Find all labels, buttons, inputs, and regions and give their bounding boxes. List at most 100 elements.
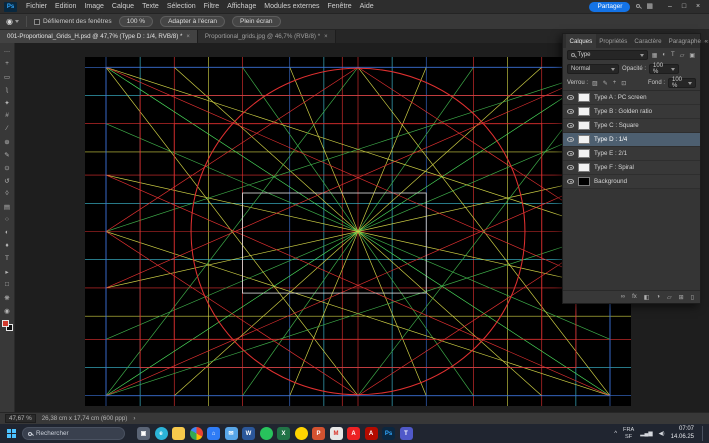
layer-mask-icon[interactable]: ◧ [643, 294, 651, 301]
taskbar-icon-chrome[interactable] [190, 427, 203, 440]
opacity-select[interactable]: 100 % [649, 64, 679, 74]
fit-screen-button[interactable]: Adapter à l'écran [160, 16, 225, 27]
filter-pixel-icon[interactable]: ▦ [651, 52, 659, 59]
close-button[interactable]: × [691, 3, 705, 10]
spot-healing-tool[interactable]: ⊕ [1, 135, 14, 148]
filter-adjustment-icon[interactable]: ◐ [661, 52, 667, 58]
taskbar-icon-mail[interactable]: ✉ [225, 427, 238, 440]
layer-row[interactable]: Background [563, 175, 700, 189]
hand-tool[interactable]: ❋ [1, 291, 14, 304]
blur-tool[interactable]: ○ [1, 213, 14, 226]
visibility-eye-icon[interactable] [567, 137, 574, 142]
visibility-eye-icon[interactable] [567, 109, 574, 114]
lock-all-icon[interactable]: ⊡ [620, 80, 627, 87]
share-button[interactable]: Partager [589, 2, 630, 12]
link-layers-icon[interactable]: ∞ [620, 294, 626, 300]
start-button[interactable] [7, 429, 16, 438]
volume-icon[interactable]: ◀) [659, 431, 665, 437]
foreground-color-swatch[interactable] [2, 320, 9, 327]
new-layer-icon[interactable]: ⊞ [678, 294, 685, 301]
document-tab[interactable]: 001-Proportional_Grids_H.psd @ 47,7% (Ty… [0, 30, 198, 43]
panel-tab-paragraphe[interactable]: Paragraphe [665, 34, 704, 48]
layer-row[interactable]: Type A : PC screen [563, 91, 700, 105]
network-icon[interactable]: ▂▄▆ [640, 431, 652, 437]
taskbar-icon-excel[interactable]: X [277, 427, 290, 440]
layer-row[interactable]: Type F : Spiral [563, 161, 700, 175]
visibility-eye-icon[interactable] [567, 123, 574, 128]
layer-row[interactable]: Type D : 1/4 [563, 133, 700, 147]
taskbar-icon-whatsapp[interactable] [260, 427, 273, 440]
close-icon[interactable]: × [186, 34, 190, 40]
zoom-100-button[interactable]: 100 % [119, 16, 153, 27]
taskbar-icon-acrobat[interactable]: A [365, 427, 378, 440]
layer-effects-icon[interactable]: fx [631, 294, 638, 300]
checkbox-box[interactable] [34, 19, 40, 25]
fill-select[interactable]: 100 % [668, 78, 696, 88]
language-indicator[interactable]: FRA SF [623, 427, 634, 440]
taskbar-icon-word[interactable]: W [242, 427, 255, 440]
canvas-artwork[interactable] [85, 57, 631, 406]
dodge-tool[interactable]: ◐ [1, 226, 14, 239]
eraser-tool[interactable]: ◊ [1, 187, 14, 200]
filter-smart-object-icon[interactable]: ▣ [688, 52, 696, 59]
menu-item-modules-externes[interactable]: Modules externes [260, 3, 323, 10]
more-tools-tool[interactable]: … [1, 44, 14, 57]
menu-item-aide[interactable]: Aide [356, 3, 378, 10]
layer-row[interactable]: Type C : Square [563, 119, 700, 133]
scroll-all-windows-checkbox[interactable]: Défilement des fenêtres [34, 18, 112, 25]
menu-item-fichier[interactable]: Fichier [22, 3, 51, 10]
menu-item-filtre[interactable]: Filtre [200, 3, 224, 10]
zoom-tool[interactable]: ◉ [1, 304, 14, 317]
workspace-switcher-icon[interactable]: ▦ [646, 3, 653, 10]
zoom-level-field[interactable]: 47,67 % [5, 414, 36, 423]
clock[interactable]: 07:07 14.06.25 [671, 426, 694, 440]
layer-search-input[interactable]: Type [567, 50, 648, 60]
taskbar-icon-adobe-cc[interactable]: A [347, 427, 360, 440]
taskbar-icon-snapchat[interactable] [295, 427, 308, 440]
color-swatches[interactable] [2, 320, 13, 331]
menu-item-edition[interactable]: Edition [51, 3, 80, 10]
delete-layer-icon[interactable]: ▯ [690, 294, 695, 301]
status-chevron-icon[interactable]: › [133, 415, 135, 422]
collapse-panel-icon[interactable]: « [704, 38, 708, 45]
lasso-tool[interactable]: ʅ [1, 83, 14, 96]
pen-tool[interactable]: ♦ [1, 239, 14, 252]
close-icon[interactable]: × [324, 34, 328, 40]
visibility-eye-icon[interactable] [567, 179, 574, 184]
layer-row[interactable]: Type E : 2/1 [563, 147, 700, 161]
filter-type-icon[interactable]: T [670, 52, 676, 58]
taskbar-icon-photoshop[interactable]: Ps [382, 427, 395, 440]
menu-item-texte[interactable]: Texte [138, 3, 163, 10]
visibility-eye-icon[interactable] [567, 151, 574, 156]
adjustment-layer-icon[interactable]: ◑ [655, 294, 661, 300]
filter-shape-icon[interactable]: ▱ [679, 52, 686, 59]
tray-chevron-icon[interactable]: ^ [614, 431, 617, 437]
gradient-tool[interactable]: ▤ [1, 200, 14, 213]
menu-item-calque[interactable]: Calque [108, 3, 138, 10]
show-desktop-button[interactable] [702, 426, 704, 441]
menu-item-image[interactable]: Image [80, 3, 107, 10]
layer-row[interactable]: Type B : Golden ratio [563, 105, 700, 119]
taskbar-icon-powerpoint[interactable]: P [312, 427, 325, 440]
taskbar-icon-edge[interactable]: e [155, 427, 168, 440]
lock-pixels-icon[interactable]: ✎ [602, 80, 609, 87]
lock-transparency-icon[interactable]: ▨ [591, 80, 599, 87]
current-tool-icon[interactable]: ◉ [6, 17, 19, 26]
menu-item-s-lection[interactable]: Sélection [163, 3, 200, 10]
lock-position-icon[interactable]: + [612, 80, 618, 86]
menu-item-affichage[interactable]: Affichage [223, 3, 260, 10]
taskbar-icon-store[interactable]: ⌂ [207, 427, 220, 440]
type-tool[interactable]: T [1, 252, 14, 265]
minimize-button[interactable]: – [663, 3, 677, 10]
search-icon[interactable] [636, 3, 640, 10]
visibility-eye-icon[interactable] [567, 95, 574, 100]
panel-tab-caractre[interactable]: Caractère [631, 34, 665, 48]
shape-tool[interactable]: □ [1, 278, 14, 291]
document-tab[interactable]: Proportional_grids.jpg @ 46,7% (RVB/8) *… [198, 30, 336, 43]
menu-item-fen-tre[interactable]: Fenêtre [324, 3, 356, 10]
visibility-eye-icon[interactable] [567, 165, 574, 170]
move-tool[interactable]: + [1, 57, 14, 70]
history-brush-tool[interactable]: ↺ [1, 174, 14, 187]
eyedropper-tool[interactable]: ∕ [1, 122, 14, 135]
panel-tab-calques[interactable]: Calques [566, 34, 596, 48]
